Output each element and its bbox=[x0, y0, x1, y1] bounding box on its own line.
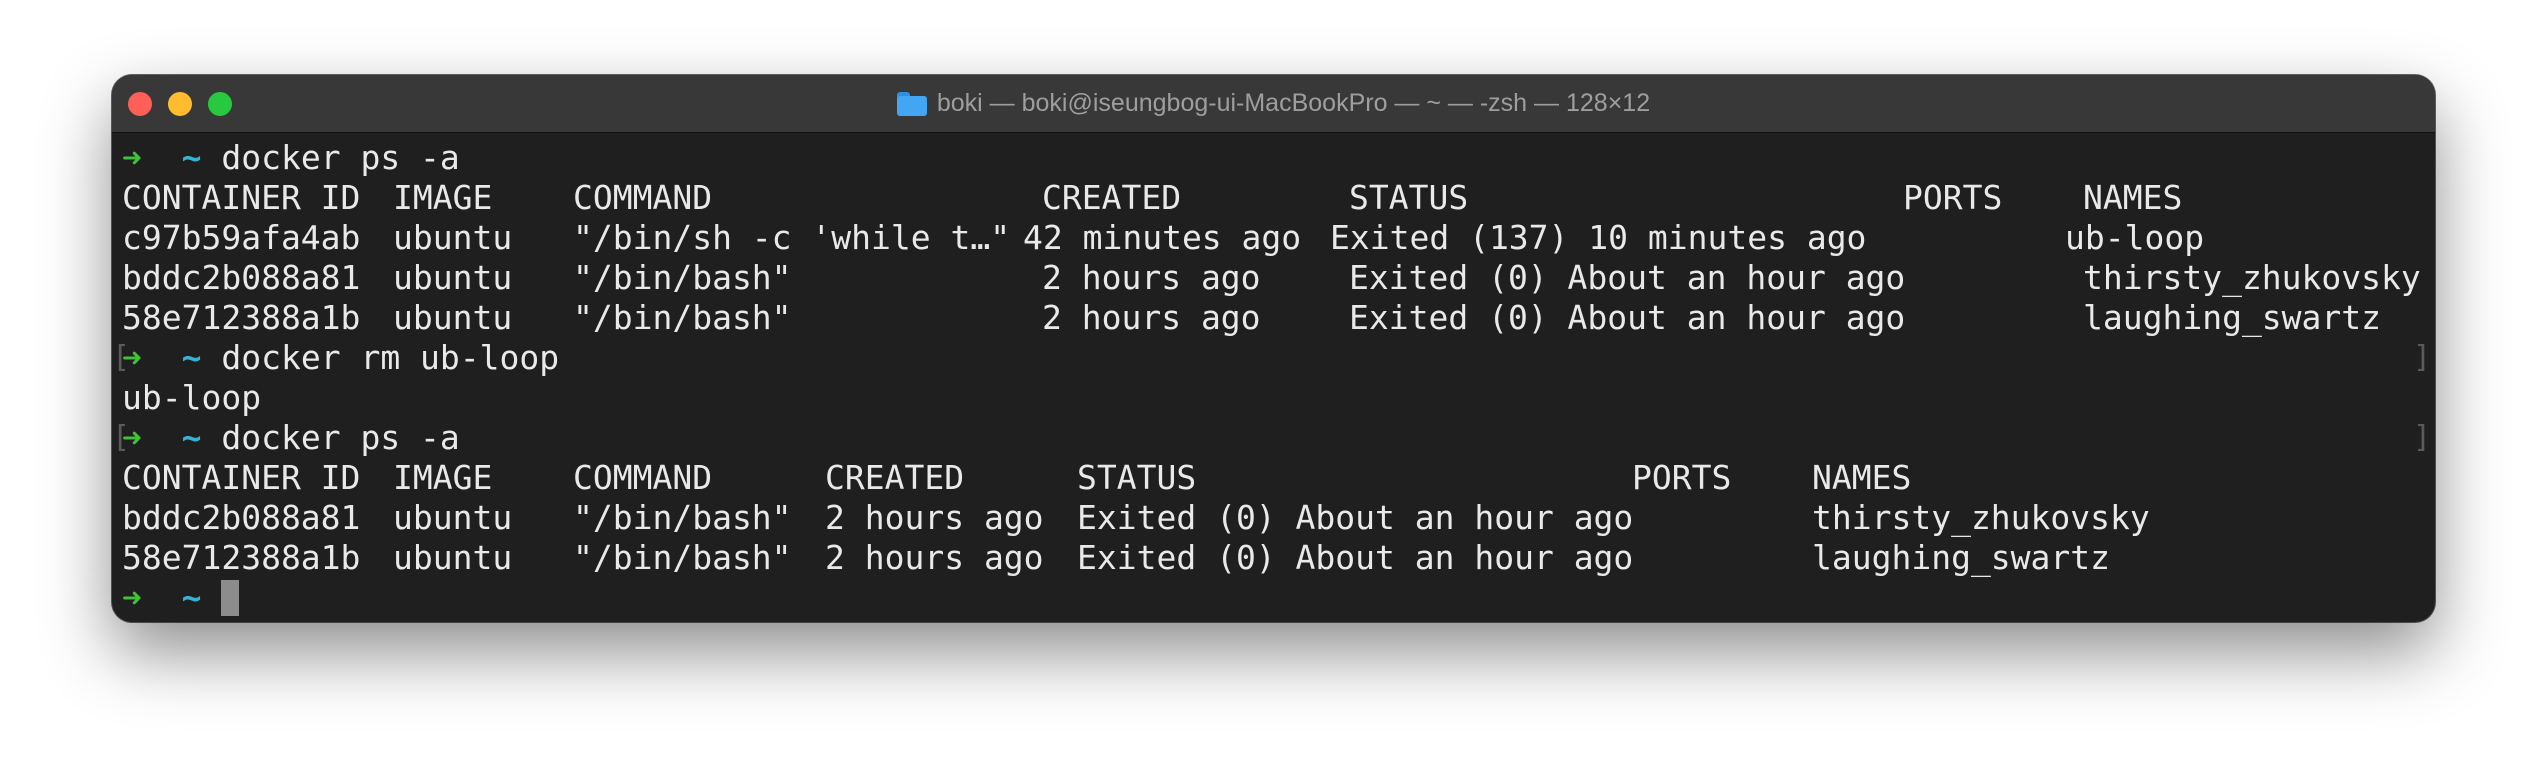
col-created: CREATED bbox=[1042, 178, 1182, 217]
mark-bracket-right: ] bbox=[2412, 420, 2431, 455]
col-names: NAMES bbox=[1812, 458, 1912, 497]
image: ubuntu bbox=[393, 258, 513, 297]
folder-icon bbox=[896, 91, 927, 116]
command: "/bin/bash" bbox=[573, 298, 792, 337]
image: ubuntu bbox=[393, 538, 513, 577]
col-image: IMAGE bbox=[393, 458, 493, 497]
table-row: bddc2b088a81 ubuntu "/bin/bash" 2 hours … bbox=[122, 498, 2422, 538]
name: thirsty_zhukovsky bbox=[1812, 498, 2150, 537]
col-created: CREATED bbox=[825, 458, 965, 497]
table-row: 58e712388a1b ubuntu "/bin/bash" 2 hours … bbox=[122, 538, 2422, 578]
command: "/bin/bash" bbox=[573, 498, 792, 537]
name: thirsty_zhukovsky bbox=[2083, 258, 2421, 297]
prompt-line: ➜ ~ docker rm ub-loop bbox=[122, 338, 559, 378]
terminal-window[interactable]: boki — boki@iseungbog-ui-MacBookPro — ~ … bbox=[112, 75, 2435, 622]
container-id: 58e712388a1b bbox=[122, 298, 361, 337]
window-title: boki — boki@iseungbog-ui-MacBookPro — ~ … bbox=[936, 89, 1651, 117]
col-container-id: CONTAINER ID bbox=[122, 458, 361, 497]
title-bar[interactable]: boki — boki@iseungbog-ui-MacBookPro — ~ … bbox=[112, 75, 2435, 133]
col-ports: PORTS bbox=[1903, 178, 2003, 217]
prompt-dir: ~ bbox=[181, 138, 202, 177]
name: ub-loop bbox=[2065, 218, 2205, 257]
name: laughing_swartz bbox=[2083, 298, 2382, 337]
command-text: docker rm ub-loop bbox=[221, 338, 560, 377]
col-names: NAMES bbox=[2083, 178, 2183, 217]
col-status: STATUS bbox=[1349, 178, 1469, 217]
prompt-dir: ~ bbox=[181, 338, 202, 377]
container-id: bddc2b088a81 bbox=[122, 258, 361, 297]
status: Exited (0) About an hour ago bbox=[1077, 498, 1634, 537]
window-title-container: boki — boki@iseungbog-ui-MacBookPro — ~ … bbox=[112, 75, 2435, 132]
col-container-id: CONTAINER ID bbox=[122, 178, 361, 217]
image: ubuntu bbox=[393, 498, 513, 537]
col-status: STATUS bbox=[1077, 458, 1197, 497]
active-prompt-line[interactable]: ➜ ~ bbox=[122, 578, 240, 618]
col-ports: PORTS bbox=[1632, 458, 1732, 497]
col-command: COMMAND bbox=[573, 458, 713, 497]
col-command: COMMAND bbox=[573, 178, 713, 217]
table-row: bddc2b088a81 ubuntu "/bin/bash" 2 hours … bbox=[122, 258, 2422, 298]
prompt-dir: ~ bbox=[181, 418, 202, 457]
container-id: c97b59afa4ab bbox=[122, 218, 361, 257]
prompt-line: ➜ ~ docker ps -a bbox=[122, 418, 460, 458]
mark-bracket-left: [ bbox=[112, 340, 131, 375]
mark-bracket-left: [ bbox=[112, 420, 131, 455]
created: 2 hours ago bbox=[825, 498, 1044, 537]
container-id: bddc2b088a81 bbox=[122, 498, 361, 537]
status: Exited (0) About an hour ago bbox=[1077, 538, 1634, 577]
terminal-content[interactable]: ➜ ~ docker ps -a CONTAINER ID IMAGE COMM… bbox=[122, 132, 2435, 622]
command-text: docker ps -a bbox=[221, 138, 460, 177]
container-id: 58e712388a1b bbox=[122, 538, 361, 577]
image: ubuntu bbox=[393, 218, 513, 257]
command: "/bin/bash" bbox=[573, 258, 792, 297]
name: laughing_swartz bbox=[1812, 538, 2111, 577]
table-header-row: CONTAINER ID IMAGE COMMAND CREATED STATU… bbox=[122, 458, 2422, 498]
created: 2 hours ago bbox=[825, 538, 1044, 577]
table-row: 58e712388a1b ubuntu "/bin/bash" 2 hours … bbox=[122, 298, 2422, 338]
status: Exited (0) About an hour ago bbox=[1349, 258, 1906, 297]
text-cursor bbox=[221, 580, 240, 616]
created: 42 minutes ago bbox=[1023, 218, 1302, 257]
created: 2 hours ago bbox=[1042, 258, 1261, 297]
command: "/bin/sh -c 'while t…" bbox=[573, 218, 1011, 257]
mark-bracket-right: ] bbox=[2412, 340, 2431, 375]
prompt-dir: ~ bbox=[181, 578, 202, 617]
image: ubuntu bbox=[393, 298, 513, 337]
prompt-arrow-icon: ➜ bbox=[122, 578, 142, 617]
created: 2 hours ago bbox=[1042, 298, 1261, 337]
table-header-row: CONTAINER ID IMAGE COMMAND CREATED STATU… bbox=[122, 178, 2422, 218]
status: Exited (0) About an hour ago bbox=[1349, 298, 1906, 337]
table-row: c97b59afa4ab ubuntu "/bin/sh -c 'while t… bbox=[122, 218, 2422, 258]
command-output: ub-loop bbox=[122, 378, 262, 417]
command: "/bin/bash" bbox=[573, 538, 792, 577]
status: Exited (137) 10 minutes ago bbox=[1330, 218, 1867, 257]
prompt-arrow-icon: ➜ bbox=[122, 138, 142, 177]
col-image: IMAGE bbox=[393, 178, 493, 217]
prompt-line: ➜ ~ docker ps -a bbox=[122, 138, 460, 178]
command-text: docker ps -a bbox=[221, 418, 460, 457]
